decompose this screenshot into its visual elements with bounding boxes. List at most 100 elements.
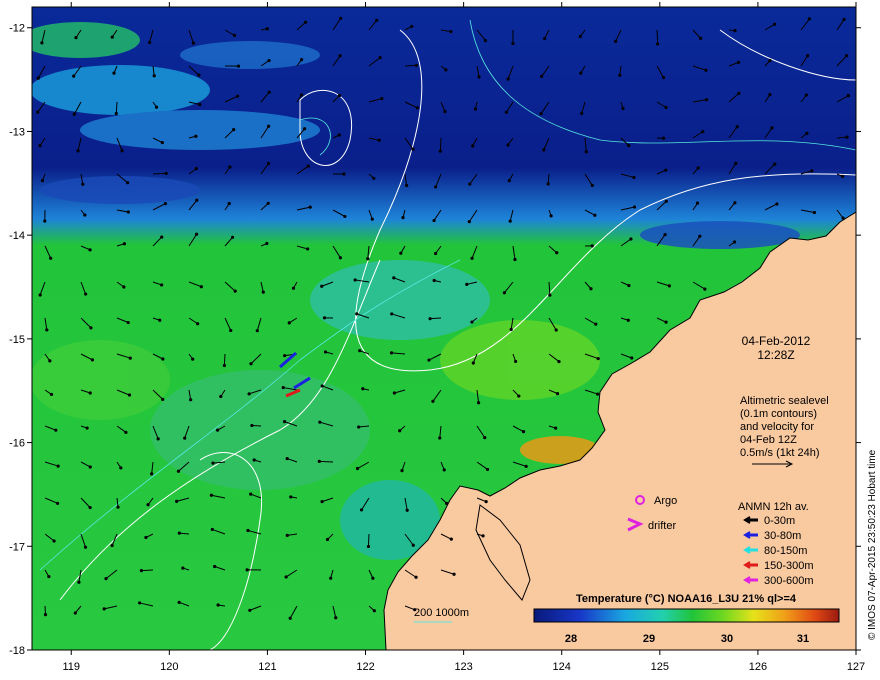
velocity-arrow-head bbox=[40, 179, 45, 183]
velocity-arrow bbox=[404, 64, 417, 67]
velocity-arrow-head bbox=[161, 357, 165, 361]
velocity-arrow-head bbox=[197, 73, 201, 77]
velocity-arrow-head bbox=[154, 105, 159, 109]
velocity-arrow-head bbox=[338, 54, 342, 58]
colorbar-title: Temperature (°C) NOAA16_L3U 21% ql>=4 bbox=[576, 593, 797, 605]
velocity-arrow-head bbox=[589, 287, 593, 291]
depth-label: 30-80m bbox=[764, 530, 801, 542]
velocity-arrow-head bbox=[733, 28, 737, 33]
velocity-arrow-head bbox=[74, 36, 78, 40]
velocity-arrow-head bbox=[236, 94, 240, 98]
velocity-arrow-head bbox=[158, 318, 162, 322]
velocity-arrow-head bbox=[359, 508, 364, 512]
velocity-arrow bbox=[319, 460, 334, 463]
velocity-arrow-head bbox=[656, 42, 660, 46]
lat-tick-label: -18 bbox=[9, 645, 25, 657]
velocity-arrow-head bbox=[194, 232, 199, 236]
velocity-arrow-head bbox=[846, 94, 850, 98]
velocity-arrow-head bbox=[191, 41, 196, 45]
velocity-arrow-head bbox=[549, 214, 553, 218]
velocity-arrow-head bbox=[227, 201, 231, 206]
velocity-arrow-head bbox=[308, 205, 312, 209]
velocity-arrow-head bbox=[120, 149, 124, 153]
velocity-arrow-head bbox=[146, 503, 150, 507]
lat-tick-label: -17 bbox=[9, 541, 25, 553]
velocity-arrow-head bbox=[390, 312, 394, 316]
velocity-arrow-head bbox=[189, 398, 193, 402]
velocity-arrow-head bbox=[358, 349, 362, 353]
velocity-arrow-head bbox=[399, 251, 403, 255]
velocity-arrow-head bbox=[36, 76, 40, 80]
velocity-arrow-head bbox=[148, 40, 152, 45]
velocity-arrow-head bbox=[507, 179, 511, 183]
velocity-arrow-head bbox=[124, 430, 128, 434]
velocity-arrow-head bbox=[481, 534, 485, 538]
velocity-arrow-head bbox=[83, 213, 87, 217]
velocity-arrow-head bbox=[584, 150, 588, 154]
velocity-arrow bbox=[152, 172, 167, 175]
velocity-arrow-head bbox=[289, 495, 293, 499]
velocity-arrow-head bbox=[627, 143, 631, 148]
velocity-arrow-head bbox=[401, 216, 405, 220]
velocity-arrow-head bbox=[476, 401, 481, 405]
velocity-arrow-head bbox=[183, 436, 187, 440]
velocity-arrow-head bbox=[252, 458, 256, 462]
lat-tick-label: -14 bbox=[9, 230, 25, 242]
velocity-arrow-head bbox=[355, 312, 359, 316]
velocity-arrow-head bbox=[181, 566, 185, 570]
velocity-arrow-head bbox=[126, 320, 130, 325]
velocity-arrow-head bbox=[47, 574, 51, 579]
lon-tick-label: 127 bbox=[847, 661, 865, 673]
velocity-arrow-head bbox=[698, 234, 702, 238]
velocity-arrow-head bbox=[810, 169, 814, 173]
velocity-arrow-head bbox=[287, 321, 291, 325]
velocity-arrow-head bbox=[282, 420, 287, 424]
velocity-arrow-head bbox=[320, 384, 324, 388]
velocity-arrow-head bbox=[477, 75, 481, 79]
velocity-arrow-head bbox=[411, 543, 415, 547]
velocity-arrow-head bbox=[228, 165, 232, 169]
velocity-arrow-head bbox=[594, 322, 598, 326]
velocity-arrow-head bbox=[517, 394, 521, 398]
altimetry-line: (0.1m contours) bbox=[740, 408, 817, 420]
velocity-arrow-head bbox=[372, 176, 376, 180]
velocity-arrow-head bbox=[338, 256, 342, 260]
velocity-arrow-head bbox=[805, 131, 809, 135]
argo-label: Argo bbox=[654, 495, 677, 507]
velocity-arrow-head bbox=[325, 537, 330, 542]
velocity-arrow-head bbox=[265, 27, 269, 31]
velocity-arrow-head bbox=[806, 54, 810, 58]
velocity-arrow-head bbox=[122, 285, 126, 289]
velocity-arrow-head bbox=[83, 545, 88, 549]
velocity-arrow-head bbox=[398, 429, 402, 433]
velocity-arrow-head bbox=[267, 90, 271, 94]
velocity-arrow-head bbox=[122, 242, 127, 246]
velocity-arrow-head bbox=[470, 320, 474, 324]
velocity-arrow bbox=[656, 29, 659, 44]
velocity-arrow-head bbox=[88, 506, 92, 510]
velocity-arrow-head bbox=[76, 149, 80, 153]
velocity-arrow-head bbox=[632, 175, 636, 180]
velocity-arrow-head bbox=[449, 537, 453, 541]
velocity-arrow-head bbox=[199, 285, 203, 289]
velocity-arrow-head bbox=[339, 16, 343, 20]
velocity-arrow-head bbox=[144, 535, 148, 540]
velocity-arrow-head bbox=[215, 428, 220, 432]
velocity-arrow-head bbox=[139, 569, 144, 573]
velocity-arrow bbox=[430, 317, 442, 320]
velocity-arrow-head bbox=[236, 64, 241, 68]
velocity-arrow-head bbox=[484, 500, 488, 504]
velocity-arrow-head bbox=[661, 136, 666, 140]
velocity-arrow bbox=[439, 137, 442, 152]
velocity-arrow-head bbox=[355, 466, 360, 471]
velocity-arrow-head bbox=[844, 54, 849, 58]
velocity-arrow-head bbox=[734, 161, 738, 165]
velocity-arrow-head bbox=[548, 293, 552, 297]
velocity-arrow-head bbox=[370, 217, 374, 221]
velocity-arrow-head bbox=[219, 394, 223, 399]
velocity-arrow-head bbox=[261, 290, 265, 294]
lon-tick-label: 122 bbox=[356, 661, 374, 673]
velocity-arrow-head bbox=[191, 357, 195, 361]
velocity-arrow-head bbox=[514, 359, 518, 364]
velocity-arrow-head bbox=[667, 284, 671, 288]
